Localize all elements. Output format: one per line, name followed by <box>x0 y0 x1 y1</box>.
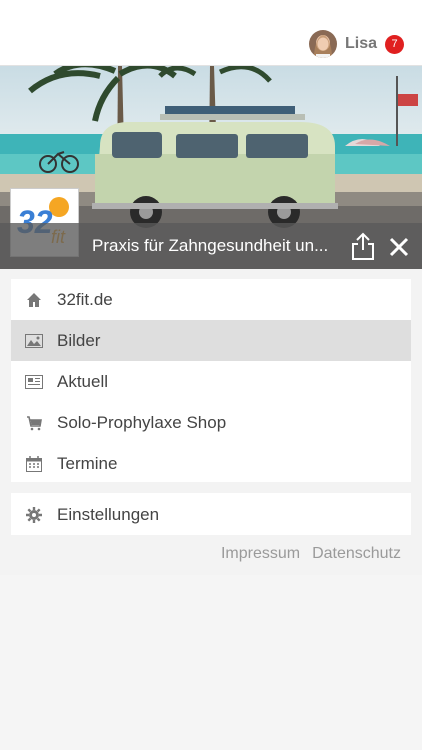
menu-item-label: Einstellungen <box>57 504 160 524</box>
close-button[interactable] <box>386 234 412 260</box>
share-button[interactable] <box>350 231 376 261</box>
settings-menu: Einstellungen <box>11 493 411 535</box>
notification-badge[interactable]: 7 <box>385 34 404 54</box>
datenschutz-link[interactable]: Datenschutz <box>312 545 401 563</box>
practice-title: Praxis für Zahngesundheit un... <box>92 236 329 255</box>
image-icon <box>25 332 43 350</box>
menu-item-label: Bilder <box>57 330 101 350</box>
empty-content-area <box>0 575 422 750</box>
hero-banner: 32 fit Praxis für Zahngesundheit un... <box>0 66 422 269</box>
menu-item-einstellungen[interactable]: Einstellungen <box>11 494 411 535</box>
newspaper-icon <box>25 373 43 391</box>
home-icon <box>25 291 43 309</box>
user-name[interactable]: Lisa <box>345 35 377 53</box>
menu-item-aktuell[interactable]: Aktuell <box>11 361 411 402</box>
menu-item-label: Termine <box>57 453 118 473</box>
avatar[interactable] <box>308 30 337 58</box>
impressum-link[interactable]: Impressum <box>221 545 300 563</box>
main-menu: 32fit.de Bilder Aktuell Solo-Prophylaxe … <box>11 279 411 482</box>
share-icon[interactable] <box>350 231 376 261</box>
user-profile[interactable]: Lisa 7 <box>308 29 404 59</box>
cart-icon <box>25 414 43 432</box>
menu-item-shop[interactable]: Solo-Prophylaxe Shop <box>11 402 411 443</box>
calendar-icon <box>25 455 43 473</box>
menu-item-termine[interactable]: Termine <box>11 443 411 484</box>
menu-item-label: Solo-Prophylaxe Shop <box>57 412 227 432</box>
footer-links: Impressum Datenschutz <box>221 545 401 563</box>
gear-icon <box>25 506 43 524</box>
hero-title-bar: Praxis für Zahngesundheit un... <box>0 223 422 269</box>
menu-item-32fit[interactable]: 32fit.de <box>11 279 411 320</box>
menu-item-label: Aktuell <box>57 371 109 391</box>
close-icon[interactable] <box>386 234 412 260</box>
top-bar: Lisa 7 <box>0 0 422 66</box>
menu-item-bilder[interactable]: Bilder <box>11 320 411 361</box>
menu-item-label: 32fit.de <box>57 289 113 309</box>
